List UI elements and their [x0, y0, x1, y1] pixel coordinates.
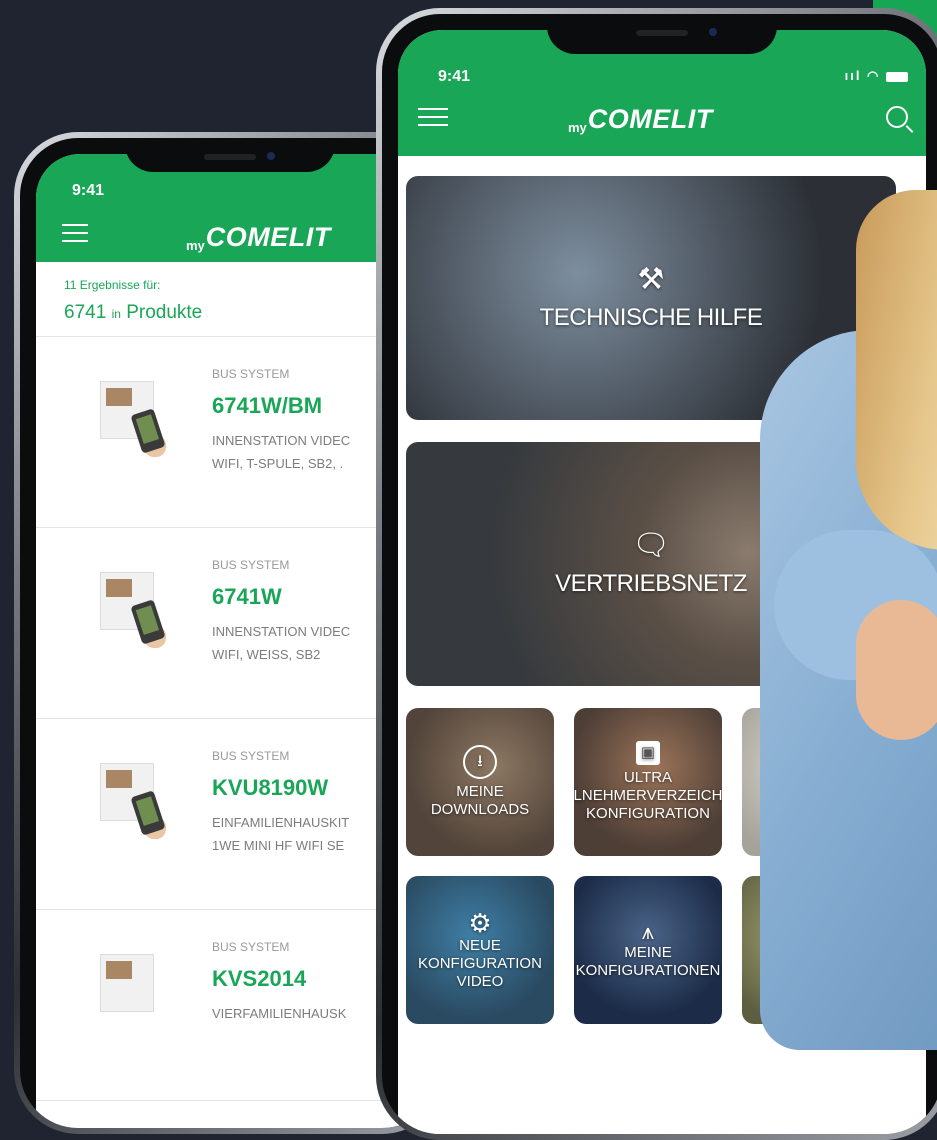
query-in: in — [111, 307, 121, 321]
tile-label: ULTRA — [623, 769, 673, 786]
search-icon[interactable] — [886, 106, 908, 128]
dip-switch-icon: ▥ — [804, 918, 828, 942]
result-item[interactable]: BUS SYSTEM KVU8190W EINFAMILIENHAUSKIT 1… — [36, 719, 424, 910]
logo-mark: COMELIT — [205, 222, 331, 252]
tile-label: MEINE — [456, 783, 504, 800]
tile-label: KONFIGU — [781, 964, 851, 981]
result-code: 6741W — [212, 584, 282, 609]
tile-label: DIP SW — [789, 946, 843, 963]
gear-icon: ⚙ — [468, 908, 492, 938]
result-item[interactable]: BUS SYSTEM KVS2014 VIERFAMILIENHAUSK — [36, 910, 424, 1101]
notch — [547, 14, 777, 54]
home-screen: 9:41 ııl ◠ my COMELIT ⚒ TECHNISCHE HILFE… — [398, 30, 926, 1134]
tile-label: NEUE — [459, 937, 501, 954]
tile-label: VERTRIEBSNETZ — [555, 570, 747, 597]
tile-label: LNEHMERVERZEICH — [574, 787, 722, 804]
result-desc-line: 1WE MINI HF WIFI SE — [212, 838, 345, 853]
results-count: 11 Ergebnisse für: — [64, 278, 161, 292]
result-desc-line: VIERFAMILIENHAUSK — [212, 1006, 347, 1021]
result-desc-line: EINFAMILIENHAUSKIT — [212, 815, 350, 830]
app-logo: my COMELIT — [568, 104, 713, 135]
tile-ultra-konfiguration[interactable]: ▣ ULTRA LNEHMERVERZEICH KONFIGURATION — [574, 708, 722, 856]
result-description: INNENSTATION VIDEC WIFI, T-SPULE, SB2, . — [212, 429, 350, 475]
result-desc-line: INNENSTATION VIDEC — [212, 433, 351, 448]
battery-icon — [886, 71, 908, 82]
tile-dip-switch-konfiguration[interactable]: ▥ DIP SW KONFIGU — [742, 876, 890, 1024]
result-category: BUS SYSTEM — [212, 367, 290, 381]
result-code: KVU8190W — [212, 775, 329, 800]
product-thumbnail — [100, 572, 180, 662]
result-category: BUS SYSTEM — [212, 940, 290, 954]
product-thumbnail — [100, 763, 180, 853]
query-scope[interactable]: Produkte — [126, 302, 202, 323]
tile-vertriebsnetz[interactable]: 🗨 VERTRIEBSNETZ — [406, 442, 896, 686]
status-time: 9:41 — [438, 68, 471, 85]
tile-label: DOWNLOADS — [430, 801, 530, 818]
tile-label: MEINE — [624, 944, 672, 961]
tile-label: MANA — [794, 782, 838, 799]
result-code: 6741W/BM — [212, 393, 323, 418]
menu-icon[interactable] — [418, 108, 448, 127]
status-time: 9:41 — [72, 182, 105, 199]
logo-prefix: my — [186, 238, 205, 253]
result-code: KVS2014 — [212, 966, 307, 991]
result-category: BUS SYSTEM — [212, 749, 290, 763]
status-icons: ııl ◠ — [845, 68, 908, 84]
notch — [125, 138, 335, 172]
result-category: BUS SYSTEM — [212, 558, 290, 572]
result-item[interactable]: BUS SYSTEM 6741W INNENSTATION VIDEC WIFI… — [36, 528, 424, 719]
phone-front: 9:41 ııl ◠ my COMELIT ⚒ TECHNISCHE HILFE… — [376, 8, 937, 1140]
menu-icon[interactable] — [62, 224, 88, 243]
result-desc-line: WIFI, WEISS, SB2 — [212, 647, 321, 662]
results-header: 11 Ergebnisse für: 6741 in Produkte — [36, 262, 424, 337]
result-description: VIERFAMILIENHAUSK — [212, 1002, 346, 1025]
product-thumbnail — [100, 954, 180, 1044]
download-icon: ⭳ — [463, 745, 497, 779]
result-desc-line: WIFI, T-SPULE, SB2, . — [212, 456, 344, 471]
tile-grid: ⚒ TECHNISCHE HILFE 🗨 VERTRIEBSNETZ ⭳ MEI… — [398, 156, 926, 1134]
tile-label: A — [810, 764, 821, 781]
contact-book-icon: ▣ — [636, 741, 660, 765]
tools-icon: ⚒ — [637, 263, 665, 296]
tile-label: TECHNISCHE HILFE — [539, 304, 763, 331]
result-description: EINFAMILIENHAUSKIT 1WE MINI HF WIFI SE — [212, 811, 349, 857]
search-results-screen: 9:41 my COMELIT 11 Ergebnisse für: 6741 … — [36, 154, 424, 1128]
tile-technische-hilfe[interactable]: ⚒ TECHNISCHE HILFE — [406, 176, 896, 420]
product-thumbnail — [100, 381, 180, 471]
app-logo: my COMELIT — [186, 222, 331, 253]
tile-label: KONFIGURATION — [418, 955, 542, 972]
tile-neue-konfiguration-video[interactable]: ⚙ NEUE KONFIGURATION VIDEO — [406, 876, 554, 1024]
tile-manager[interactable]: A MANA — [742, 708, 890, 856]
logo-prefix: my — [568, 120, 587, 135]
tile-meine-konfigurationen[interactable]: ⩚ MEINE KONFIGURATIONEN — [574, 876, 722, 1024]
tile-label: VIDEO — [456, 973, 504, 990]
results-query: 6741 in Produkte — [64, 302, 424, 324]
query-term: 6741 — [64, 302, 107, 323]
chat-icon: 🗨 — [631, 529, 671, 562]
result-item[interactable]: BUS SYSTEM 6741W/BM INNENSTATION VIDEC W… — [36, 337, 424, 528]
tile-meine-downloads[interactable]: ⭳ MEINE DOWNLOADS — [406, 708, 554, 856]
compass-icon: ⩚ — [641, 919, 655, 944]
logo-mark: COMELIT — [587, 104, 713, 134]
tile-label: KONFIGURATIONEN — [575, 962, 721, 979]
result-description: INNENSTATION VIDEC WIFI, WEISS, SB2 — [212, 620, 350, 666]
tile-label: KONFIGURATION — [586, 805, 710, 822]
result-desc-line: INNENSTATION VIDEC — [212, 624, 351, 639]
